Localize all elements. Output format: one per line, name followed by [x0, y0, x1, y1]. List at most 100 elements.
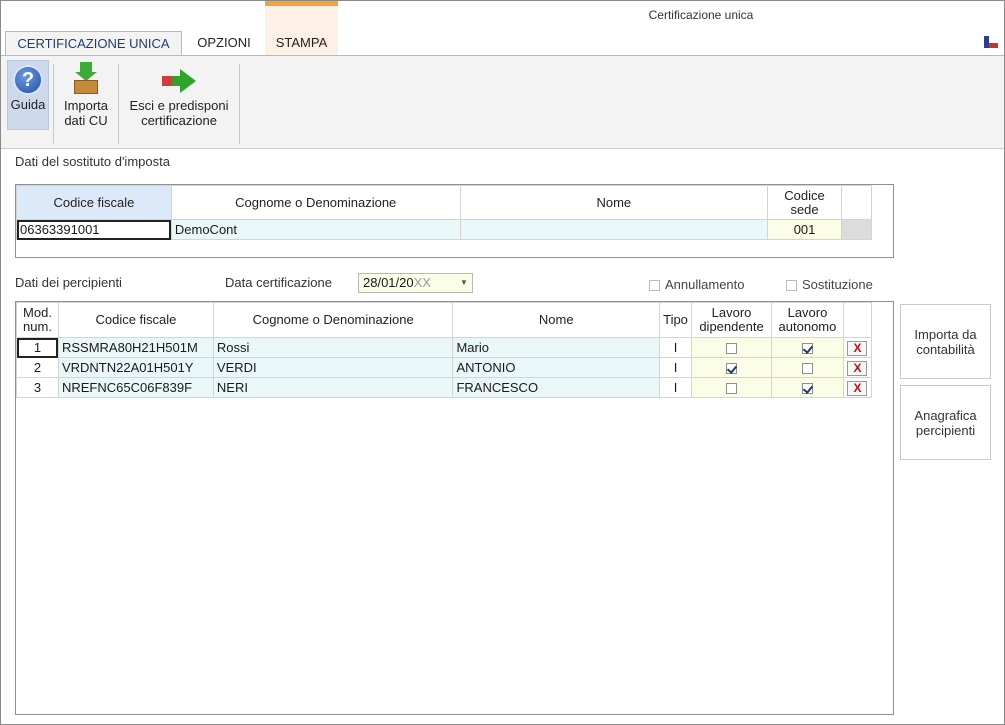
chevron-down-icon[interactable]: ▼ [456, 274, 472, 292]
header-dip-1: Lavoro [711, 305, 752, 320]
importa-dati-cu-button[interactable]: Importa dati CU [57, 62, 115, 128]
esci-label-1: Esci e predisponi [129, 98, 229, 113]
header-codice-sede-2: sede [790, 201, 819, 217]
delete-row-icon[interactable]: X [847, 340, 868, 356]
importa-contabilita-button[interactable]: Importa da contabilità [900, 304, 991, 379]
sostituto-cognome-cell[interactable]: DemoCont [170, 219, 461, 240]
tipo-cell[interactable]: I [659, 337, 693, 358]
tab-opzioni[interactable]: OPZIONI [184, 31, 264, 55]
percipienti-section-label: Dati dei percipienti [15, 275, 122, 290]
header-cognome[interactable]: Cognome o Denominazione [212, 302, 454, 338]
tab-stampa[interactable]: STAMPA [265, 31, 338, 55]
ribbon-tabs: CERTIFICAZIONE UNICA OPZIONI STAMPA [1, 31, 1004, 55]
lavoro-dipendente-cell[interactable] [691, 357, 772, 378]
window-title: Certificazione unica [648, 8, 754, 22]
sostituzione-checkbox[interactable]: Sostituzione [786, 277, 873, 292]
data-certificazione-label: Data certificazione [225, 275, 332, 290]
header-aut-1: Lavoro [787, 305, 828, 320]
import-icon [72, 62, 100, 96]
esci-predisponi-button[interactable]: Esci e predisponi certificazione [121, 62, 237, 128]
tipo-cell[interactable]: I [659, 377, 693, 398]
header-nome[interactable]: Nome [459, 185, 769, 220]
sostituto-table: Codice fiscale Cognome o Denominazione N… [16, 185, 872, 240]
cognome-cell[interactable]: Rossi [212, 337, 454, 358]
anagrafica-label-1: Anagrafica [914, 407, 977, 423]
codice-fiscale-cell[interactable]: NREFNC65C06F839F [57, 377, 214, 398]
annullamento-box[interactable] [649, 280, 660, 292]
row-num-cell[interactable]: 3 [16, 377, 59, 398]
exit-arrow-icon [162, 68, 196, 94]
header-nome[interactable]: Nome [452, 302, 661, 338]
header-num: num. [23, 319, 52, 334]
header-codice-fiscale[interactable]: Codice fiscale [57, 302, 214, 338]
delete-row-icon[interactable]: X [847, 380, 868, 396]
sostituto-row-end-cell [841, 219, 872, 240]
header-lavoro-autonomo[interactable]: Lavoro autonomo [770, 302, 844, 338]
lavoro-autonomo-cell[interactable] [770, 357, 844, 378]
lavoro-autonomo-checkbox[interactable] [801, 363, 813, 375]
lavoro-autonomo-checkbox[interactable] [801, 383, 813, 395]
cognome-cell[interactable]: NERI [212, 377, 454, 398]
percipienti-table: Mod. num. Codice fiscale Cognome o Denom… [16, 302, 873, 398]
help-icon: ? [13, 65, 43, 95]
sostituto-codice-sede-cell[interactable]: 001 [767, 219, 843, 240]
codice-fiscale-cell[interactable]: VRDNTN22A01H501Y [57, 357, 214, 378]
lavoro-dipendente-checkbox[interactable] [726, 363, 737, 375]
lavoro-dipendente-checkbox[interactable] [726, 383, 737, 395]
cognome-cell[interactable]: VERDI [212, 357, 454, 378]
lavoro-autonomo-checkbox[interactable] [801, 343, 813, 355]
delete-cell: X [842, 357, 873, 378]
importa-label-1: Importa [63, 98, 109, 113]
header-codice-fiscale[interactable]: Codice fiscale [16, 185, 172, 220]
esci-label-2: certificazione [141, 113, 217, 128]
lavoro-dipendente-cell[interactable] [691, 337, 772, 358]
data-certificazione-suffix: XX [413, 275, 431, 290]
header-mod-num[interactable]: Mod. num. [16, 302, 59, 338]
header-codice-sede[interactable]: Codice sede [767, 185, 843, 220]
header-dip-2: dipendente [699, 319, 764, 334]
delete-cell: X [842, 377, 873, 398]
annullamento-checkbox[interactable]: Annullamento [649, 277, 745, 292]
anagrafica-label-2: percipienti [915, 422, 976, 438]
tipo-cell[interactable]: I [659, 357, 693, 378]
sostituzione-label: Sostituzione [802, 277, 873, 292]
importa-contabilita-label-2: contabilità [916, 341, 975, 357]
codice-fiscale-cell[interactable]: RSSMRA80H21H501M [57, 337, 214, 358]
sostituto-codice-fiscale-cell[interactable]: 06363391001 [16, 219, 172, 240]
lavoro-dipendente-checkbox[interactable] [726, 343, 737, 355]
data-certificazione-picker[interactable]: 28/01/20XX ▼ [358, 273, 473, 293]
table-row[interactable]: 3 NREFNC65C06F839F NERI FRANCESCO I X [16, 377, 873, 398]
lavoro-autonomo-cell[interactable] [770, 337, 844, 358]
annullamento-label: Annullamento [665, 277, 745, 292]
nome-cell[interactable]: FRANCESCO [452, 377, 661, 398]
lavoro-dipendente-cell[interactable] [691, 377, 772, 398]
anagrafica-percipienti-button[interactable]: Anagrafica percipienti [900, 385, 991, 460]
ribbon-toolbar: ? Guida Importa dati CU Esci e predispon… [1, 55, 1004, 149]
delete-cell: X [842, 337, 873, 358]
lavoro-autonomo-cell[interactable] [770, 377, 844, 398]
guida-label: Guida [10, 97, 46, 112]
header-empty [841, 185, 872, 220]
row-num-cell[interactable]: 2 [16, 357, 59, 378]
header-tipo[interactable]: Tipo [659, 302, 693, 338]
row-num-cell[interactable]: 1 [16, 337, 59, 358]
sostituzione-box[interactable] [786, 280, 797, 292]
header-cognome[interactable]: Cognome o Denominazione [170, 185, 461, 220]
header-lavoro-dipendente[interactable]: Lavoro dipendente [691, 302, 772, 338]
importa-label-2: dati CU [64, 113, 108, 128]
nome-cell[interactable]: ANTONIO [452, 357, 661, 378]
app-window: Certificazione unica CERTIFICAZIONE UNIC… [0, 0, 1005, 725]
guida-button[interactable]: ? Guida [7, 60, 49, 130]
title-bar: Certificazione unica [1, 1, 1004, 31]
table-row[interactable]: 2 VRDNTN22A01H501Y VERDI ANTONIO I X [16, 357, 873, 378]
header-delete [842, 302, 873, 338]
header-codice-sede-1: Codice [784, 187, 825, 203]
tab-certificazione-unica[interactable]: CERTIFICAZIONE UNICA [5, 31, 182, 55]
data-certificazione-value: 28/01/20 [363, 275, 414, 290]
sostituto-nome-cell[interactable] [459, 219, 769, 240]
table-row[interactable]: 1 RSSMRA80H21H501M Rossi Mario I X [16, 337, 873, 358]
nome-cell[interactable]: Mario [452, 337, 661, 358]
sostituto-section-label: Dati del sostituto d'imposta [15, 154, 170, 169]
importa-contabilita-label-1: Importa da [914, 326, 977, 342]
delete-row-icon[interactable]: X [847, 360, 868, 376]
